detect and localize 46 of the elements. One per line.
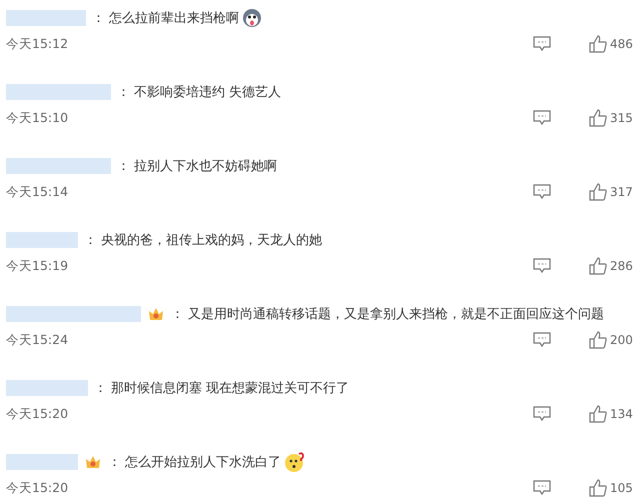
- like-count: 486: [610, 37, 634, 51]
- comment-text: 那时候信息闭塞 现在想蒙混过关可不行了: [111, 380, 350, 397]
- comment-icon[interactable]: [533, 332, 551, 348]
- comment-icon[interactable]: [533, 480, 551, 496]
- like-count: 200: [610, 333, 634, 347]
- comment-icon[interactable]: [533, 110, 551, 126]
- comment-time: 今天15:20: [6, 406, 70, 422]
- puzzled-emoji-icon: [284, 451, 306, 473]
- thumbs-up-icon[interactable]: [589, 109, 607, 127]
- comment-time: 今天15:24: [6, 332, 70, 348]
- redacted-username: [6, 454, 78, 470]
- thumbs-up-icon[interactable]: [589, 35, 607, 53]
- redacted-username: [6, 232, 78, 248]
- comment-text: 拉别人下水也不妨碍她啊: [134, 158, 277, 175]
- like-count: 134: [610, 407, 634, 421]
- comment-time: 今天15:20: [6, 480, 70, 496]
- comment-icon[interactable]: [533, 406, 551, 422]
- comment-text: 央视的爸，祖传上戏的妈，天龙人的她: [101, 232, 322, 249]
- comment-time: 今天15:12: [6, 36, 70, 52]
- comment-time: 今天15:19: [6, 258, 70, 274]
- like-count: 105: [610, 481, 634, 495]
- comment-icon[interactable]: [533, 36, 551, 52]
- comment-text: 不影响委培违约 失德艺人: [134, 84, 282, 101]
- thumbs-up-icon[interactable]: [589, 183, 607, 201]
- comment-text: 怎么开始拉别人下水洗白了: [125, 454, 281, 471]
- comment-icon[interactable]: [533, 184, 551, 200]
- colon: ：: [117, 158, 130, 175]
- colon: ：: [108, 454, 121, 471]
- like-count: 315: [610, 111, 634, 125]
- colon: ：: [84, 232, 97, 249]
- like-count: 286: [610, 259, 634, 273]
- thumbs-up-icon[interactable]: [589, 257, 607, 275]
- colon: ：: [117, 84, 130, 101]
- colon: ：: [171, 306, 184, 323]
- comment-time: 今天15:14: [6, 184, 70, 200]
- thumbs-up-icon[interactable]: [589, 405, 607, 423]
- dog-emoji-icon: [242, 8, 262, 28]
- comment-text: 又是用时尚通稿转移话题，又是拿别人来挡枪，就是不正面回应这个问题: [188, 306, 604, 323]
- thumbs-up-icon[interactable]: [589, 479, 607, 497]
- comment-time: 今天15:10: [6, 110, 70, 126]
- thumbs-up-icon[interactable]: [589, 331, 607, 349]
- like-count: 317: [610, 185, 634, 199]
- comment-text: 怎么拉前辈出来挡枪啊: [109, 10, 239, 27]
- colon: ：: [92, 10, 105, 27]
- comment-icon[interactable]: [533, 258, 551, 274]
- colon: ：: [94, 380, 107, 397]
